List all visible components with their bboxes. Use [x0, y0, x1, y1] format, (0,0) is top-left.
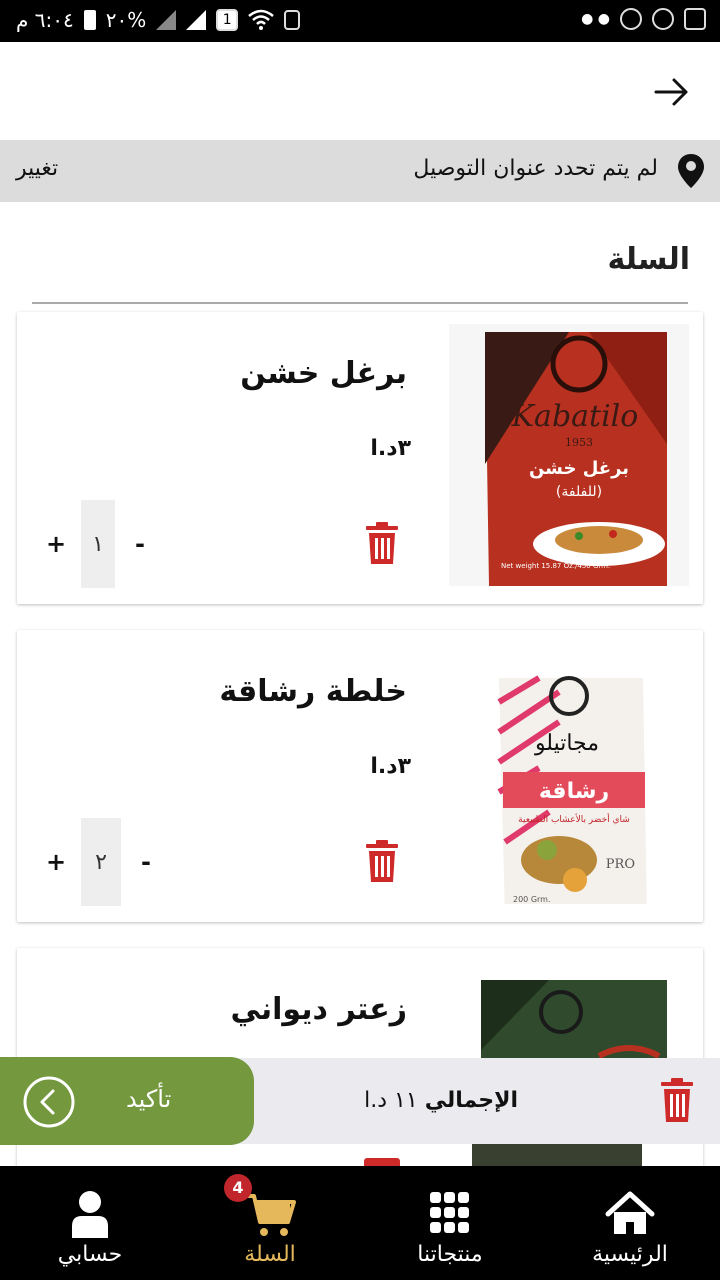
increase-button[interactable]: +	[43, 848, 69, 876]
decrease-button[interactable]: -	[127, 530, 153, 558]
product-name: خلطة رشاقة	[219, 674, 407, 709]
box-subtitle: (للفلفة)	[556, 484, 602, 500]
page-title: السلة	[607, 242, 690, 277]
divider	[32, 302, 688, 304]
recycle-icon	[284, 10, 301, 30]
product-image-bulgur: Kabatilo 1953 برغل خشن (للفلفة) Net weig…	[449, 324, 689, 586]
product-price: ٣د.ا	[370, 436, 411, 461]
confirm-button[interactable]: تأكيد	[0, 1057, 254, 1145]
user-icon	[72, 1191, 108, 1238]
change-address-link[interactable]: تغيير	[16, 156, 58, 181]
bottom-nav: الرئيسية منتجاتنا السلة حسابي	[0, 1166, 720, 1280]
cart-item-card: مجاتيلو رشاقة شاي أخضر بالأعشاب الطبيعية…	[17, 630, 703, 922]
product-name: برغل خشن	[240, 356, 407, 391]
opera-icon	[620, 8, 642, 30]
svg-text:مجاتيلو: مجاتيلو	[534, 731, 599, 756]
box-mark: PRO	[606, 857, 635, 872]
nav-item-account[interactable]: حسابي	[0, 1166, 180, 1280]
box-subtitle: شاي أخضر بالأعشاب الطبيعية	[518, 813, 630, 825]
status-right: ● ●	[581, 8, 706, 30]
location-pin-icon	[678, 154, 704, 188]
brand-text: Kabatilo	[511, 399, 639, 434]
box-title: رشاقة	[539, 779, 609, 804]
home-icon	[605, 1191, 655, 1234]
quantity-value: ١	[81, 500, 115, 588]
total-label: الإجمالي	[424, 1088, 518, 1113]
cart-icon	[246, 1194, 296, 1236]
trash-icon[interactable]	[365, 840, 399, 884]
app-bar	[0, 42, 720, 140]
sim-icon: 1	[216, 9, 239, 31]
box-title: برغل خشن	[529, 458, 629, 479]
trash-icon[interactable]	[365, 522, 399, 566]
status-bar: ٦:٠٤ م ٢٠% 1 ● ●	[0, 0, 720, 42]
nav-item-cart[interactable]: السلة	[180, 1166, 360, 1280]
delivery-address-bar: لم يتم تحدد عنوان التوصيل تغيير	[0, 140, 720, 202]
signal-icon	[156, 10, 177, 30]
gallery-icon	[684, 8, 706, 30]
nav-label-cart: السلة	[244, 1242, 296, 1267]
product-price: ٣د.ا	[370, 754, 411, 779]
weight-text: Net weight 15.87 Oz./450 Grm.	[501, 562, 610, 570]
product-image-slim-mix: مجاتيلو رشاقة شاي أخضر بالأعشاب الطبيعية…	[449, 642, 689, 904]
address-text: لم يتم تحدد عنوان التوصيل	[413, 156, 658, 181]
product-image-peek	[472, 1144, 642, 1168]
quantity-value: ٢	[81, 818, 121, 906]
cart-item-card: Kabatilo 1953 برغل خشن (للفلفة) Net weig…	[17, 312, 703, 604]
quantity-stepper: + ١ -	[43, 500, 153, 588]
chevron-left-icon	[23, 1076, 75, 1128]
nav-item-home[interactable]: الرئيسية	[540, 1166, 720, 1280]
battery-level: ٢٠%	[105, 8, 147, 32]
total-value: ١١ د.ا	[364, 1088, 418, 1113]
status-left: ٦:٠٤ م ٢٠% 1	[16, 8, 301, 32]
nav-label-account: حسابي	[57, 1242, 123, 1267]
quantity-stepper: + ٢ -	[43, 818, 159, 906]
increase-button[interactable]: +	[43, 530, 69, 558]
signal-full-icon	[186, 10, 207, 30]
wifi-icon	[248, 9, 275, 30]
nav-label-home: الرئيسية	[592, 1242, 668, 1267]
whatsapp-icon	[652, 8, 674, 30]
confirm-label: تأكيد	[126, 1085, 172, 1113]
weight-text: 200 Grm.	[513, 895, 551, 904]
clock: ٦:٠٤ م	[16, 8, 74, 32]
grid-icon	[430, 1192, 469, 1233]
dots-icon: ● ●	[581, 11, 610, 27]
clear-cart-icon[interactable]	[660, 1078, 694, 1124]
back-arrow-icon[interactable]	[652, 72, 692, 112]
year-text: 1953	[565, 436, 593, 449]
cart-count-badge: 4	[224, 1174, 252, 1202]
cart-total: الإجمالي ١١ د.ا	[364, 1088, 518, 1113]
decrease-button[interactable]: -	[133, 848, 159, 876]
product-name: زعتر ديواني	[230, 992, 407, 1027]
nav-label-products: منتجاتنا	[417, 1242, 483, 1267]
nav-item-products[interactable]: منتجاتنا	[360, 1166, 540, 1280]
battery-icon	[83, 10, 96, 30]
product-image-zaatar	[449, 960, 689, 1070]
